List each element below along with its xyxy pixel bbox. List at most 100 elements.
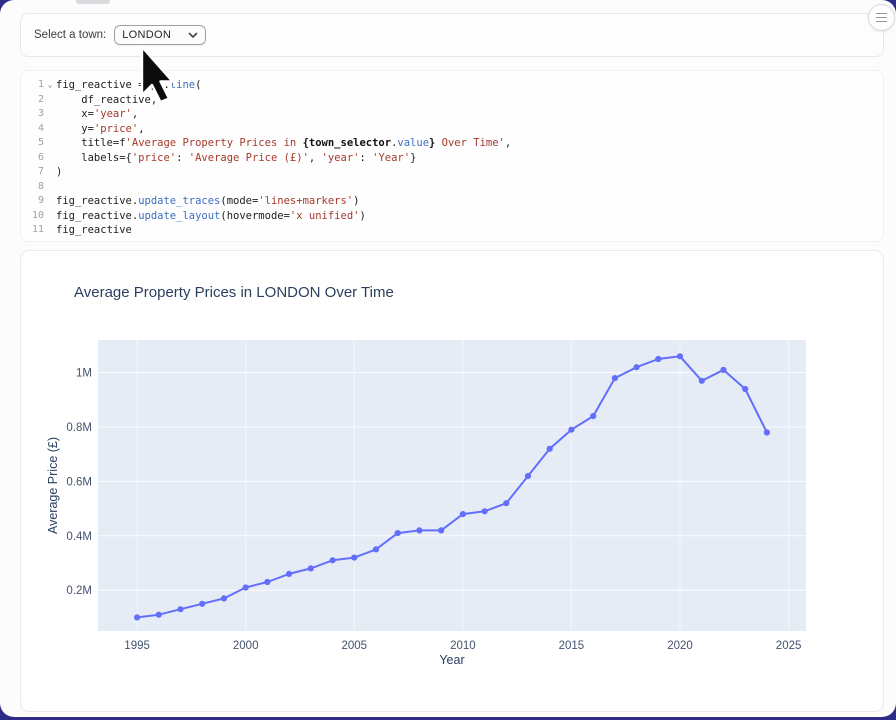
town-selector-cell: Select a town: LONDON bbox=[20, 13, 884, 57]
code-editor[interactable]: 1⌄fig_reactive = px.line(2 df_reactive,3… bbox=[20, 70, 884, 242]
x-tick-label: 2020 bbox=[667, 640, 693, 652]
town-select-value: LONDON bbox=[122, 29, 171, 41]
data-point-marker[interactable] bbox=[699, 378, 705, 384]
code-line: 5 title=f'Average Property Prices in {to… bbox=[28, 136, 883, 151]
data-point-marker[interactable] bbox=[308, 565, 314, 571]
data-point-marker[interactable] bbox=[395, 530, 401, 536]
fold-spacer bbox=[44, 93, 56, 108]
fold-spacer bbox=[44, 194, 56, 209]
data-point-marker[interactable] bbox=[416, 527, 422, 533]
y-tick-label: 0.8M bbox=[66, 422, 92, 434]
y-tick-label: 0.2M bbox=[66, 585, 92, 597]
data-point-marker[interactable] bbox=[373, 546, 379, 552]
x-tick-label: 1995 bbox=[124, 640, 150, 652]
line-number: 3 bbox=[28, 107, 44, 122]
data-point-marker[interactable] bbox=[634, 364, 640, 370]
code-text: df_reactive, bbox=[56, 93, 157, 108]
line-number: 10 bbox=[28, 209, 44, 224]
code-line: 1⌄fig_reactive = px.line( bbox=[28, 78, 883, 93]
code-line: 9 fig_reactive.update_traces(mode='lines+… bbox=[28, 194, 883, 209]
fold-spacer bbox=[44, 180, 56, 195]
data-point-marker[interactable] bbox=[503, 500, 509, 506]
chevron-down-icon bbox=[188, 32, 198, 39]
code-line: 2 df_reactive, bbox=[28, 93, 883, 108]
code-line: 10 fig_reactive.update_layout(hovermode='… bbox=[28, 209, 883, 224]
town-select-label: Select a town: bbox=[34, 29, 106, 41]
line-number: 7 bbox=[28, 165, 44, 180]
data-point-marker[interactable] bbox=[568, 427, 574, 433]
fold-spacer bbox=[44, 223, 56, 238]
fold-spacer bbox=[44, 122, 56, 137]
data-point-marker[interactable] bbox=[243, 584, 249, 590]
code-line: 8 bbox=[28, 180, 883, 195]
data-point-marker[interactable] bbox=[742, 386, 748, 392]
data-point-marker[interactable] bbox=[525, 473, 531, 479]
data-point-marker[interactable] bbox=[221, 595, 227, 601]
data-point-marker[interactable] bbox=[177, 606, 183, 612]
plotly-line-chart[interactable]: 1995 2000 2005 2010 2015 2020 2025 0.2M 0.4M 0.6M… bbox=[21, 251, 883, 710]
data-point-marker[interactable] bbox=[612, 375, 618, 381]
notebook-page: Select a town: LONDON 1⌄fig_reactive = p… bbox=[0, 0, 896, 717]
line-number: 1 bbox=[28, 78, 44, 93]
y-tick-label: 1M bbox=[76, 368, 92, 380]
line-number: 5 bbox=[28, 136, 44, 151]
y-tick-label: 0.6M bbox=[66, 476, 92, 488]
x-tick-label: 2000 bbox=[233, 640, 259, 652]
data-point-marker[interactable] bbox=[720, 367, 726, 373]
line-number: 11 bbox=[28, 223, 44, 238]
data-point-marker[interactable] bbox=[655, 356, 661, 362]
code-text: ) bbox=[56, 165, 62, 180]
code-text: fig_reactive bbox=[56, 223, 132, 238]
plot-area[interactable] bbox=[98, 340, 806, 631]
code-text: y='price', bbox=[56, 122, 145, 137]
data-point-marker[interactable] bbox=[286, 571, 292, 577]
line-number: 2 bbox=[28, 93, 44, 108]
code-text: title=f'Average Property Prices in {town… bbox=[56, 136, 511, 151]
data-point-marker[interactable] bbox=[590, 413, 596, 419]
code-line: 4 y='price', bbox=[28, 122, 883, 137]
data-point-marker[interactable] bbox=[764, 429, 770, 435]
data-point-marker[interactable] bbox=[156, 612, 162, 618]
data-point-marker[interactable] bbox=[460, 511, 466, 517]
data-point-marker[interactable] bbox=[482, 508, 488, 514]
line-number: 8 bbox=[28, 180, 44, 195]
data-point-marker[interactable] bbox=[351, 555, 357, 561]
code-text: fig_reactive = px.line( bbox=[56, 78, 201, 93]
fold-arrow-icon[interactable]: ⌄ bbox=[44, 78, 56, 93]
code-text: fig_reactive.update_traces(mode='lines+m… bbox=[56, 194, 359, 209]
fold-spacer bbox=[44, 136, 56, 151]
fold-spacer bbox=[44, 209, 56, 224]
code-text: labels={'price': 'Average Price (£)', 'y… bbox=[56, 151, 416, 166]
x-tick-label: 2025 bbox=[776, 640, 802, 652]
code-line: 3 x='year', bbox=[28, 107, 883, 122]
scrolled-cell-edge bbox=[76, 0, 110, 4]
code-text: x='year', bbox=[56, 107, 138, 122]
line-number: 9 bbox=[28, 194, 44, 209]
y-axis-title: Average Price (£) bbox=[46, 437, 60, 534]
data-point-marker[interactable] bbox=[330, 557, 336, 563]
data-point-marker[interactable] bbox=[134, 614, 140, 620]
code-line: 7) bbox=[28, 165, 883, 180]
chart-output-cell: 1995 2000 2005 2010 2015 2020 2025 0.2M 0.4M 0.6M… bbox=[20, 250, 884, 712]
fold-spacer bbox=[44, 151, 56, 166]
data-point-marker[interactable] bbox=[199, 601, 205, 607]
fold-spacer bbox=[44, 107, 56, 122]
line-number: 4 bbox=[28, 122, 44, 137]
y-tick-label: 0.4M bbox=[66, 531, 92, 543]
x-tick-label: 2010 bbox=[450, 640, 476, 652]
data-point-marker[interactable] bbox=[438, 527, 444, 533]
x-tick-label: 2005 bbox=[342, 640, 368, 652]
x-tick-label: 2015 bbox=[559, 640, 585, 652]
chart-title: Average Property Prices in LONDON Over T… bbox=[74, 284, 394, 301]
code-line: 6 labels={'price': 'Average Price (£)', … bbox=[28, 151, 883, 166]
notebook-menu-button[interactable] bbox=[868, 4, 895, 31]
code-line: 11 fig_reactive bbox=[28, 223, 883, 238]
data-point-marker[interactable] bbox=[547, 446, 553, 452]
line-number: 6 bbox=[28, 151, 44, 166]
town-select-dropdown[interactable]: LONDON bbox=[114, 25, 206, 45]
data-point-marker[interactable] bbox=[264, 579, 270, 585]
code-text: fig_reactive.update_layout(hovermode='x … bbox=[56, 209, 366, 224]
fold-spacer bbox=[44, 165, 56, 180]
data-point-marker[interactable] bbox=[677, 353, 683, 359]
x-axis-title: Year bbox=[439, 653, 464, 667]
